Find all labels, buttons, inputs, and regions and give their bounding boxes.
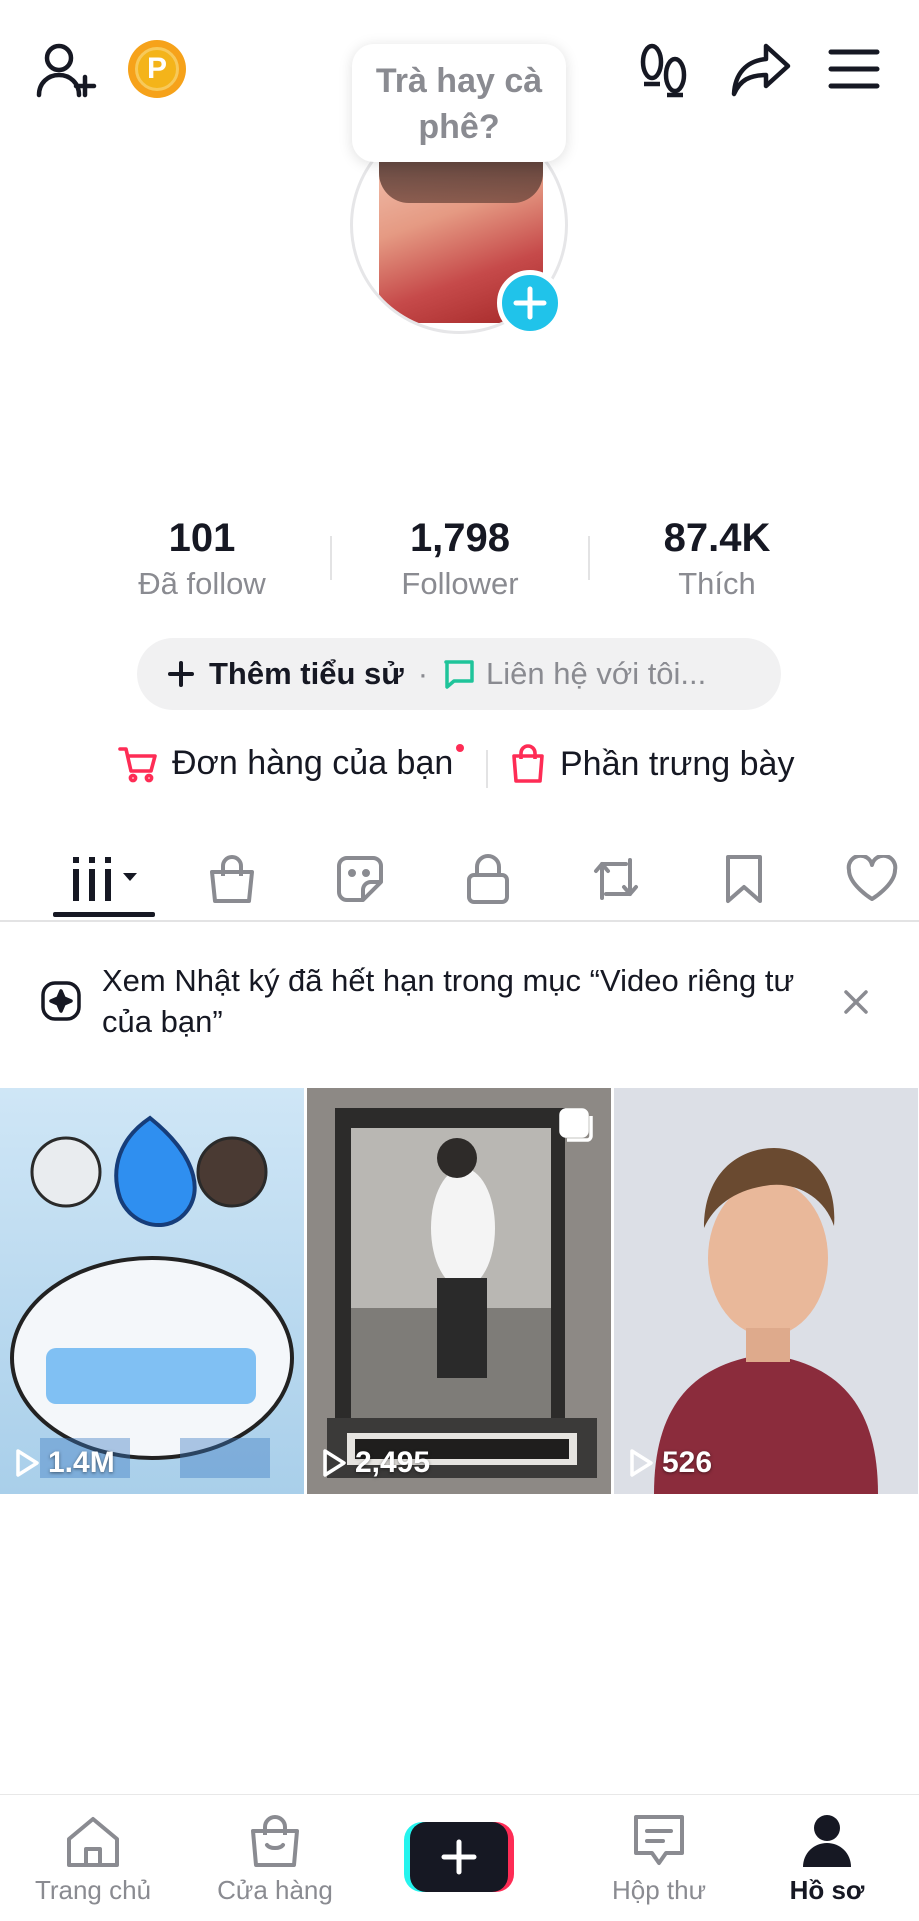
stat-label: Đã follow: [138, 566, 266, 601]
play-icon: [630, 1449, 653, 1477]
stat-label: Follower: [401, 566, 519, 601]
bio-separator: ·: [417, 656, 429, 691]
expired-diary-notice[interactable]: Xem Nhật ký đã hết hạn trong mục “Video …: [0, 950, 919, 1060]
view-count: 2,495: [321, 1446, 430, 1480]
view-count: 1.4M: [14, 1446, 115, 1480]
shop-bag-icon: [208, 854, 256, 904]
view-count-value: 2,495: [355, 1446, 431, 1479]
view-count-value: 526: [662, 1446, 713, 1479]
stat-divider: [588, 536, 590, 580]
heart-icon: [845, 855, 899, 903]
nav-inbox[interactable]: Hộp thư: [574, 1795, 744, 1921]
notice-text: Xem Nhật ký đã hết hạn trong mục “Video …: [102, 963, 795, 1039]
nav-profile[interactable]: Hồ sơ: [742, 1795, 912, 1921]
close-icon[interactable]: [842, 988, 870, 1016]
coin-icon[interactable]: P: [128, 40, 186, 98]
showcase-label: Phần trưng bày: [560, 744, 795, 783]
video-thumbnail-art: [307, 1088, 611, 1494]
profile-tabs: [0, 836, 919, 922]
shop-icon: [190, 1795, 360, 1869]
active-tab-indicator: [53, 912, 155, 917]
orders-label: Đơn hàng của bạn: [172, 744, 454, 782]
repost-icon: [588, 854, 644, 904]
tab-videos[interactable]: [54, 836, 154, 922]
bio-pill: Thêm tiểu sử · Liên hệ với tôi...: [137, 638, 781, 710]
profile-stats: 101 Đã follow 1,798 Follower 87.4K Thích: [0, 512, 919, 612]
nav-label: Trang chủ: [34, 1875, 152, 1905]
stat-likes[interactable]: 87.4K Thích: [607, 512, 827, 604]
stat-value: 87.4K: [663, 516, 771, 560]
plus-icon: [167, 660, 195, 688]
videos-grid-icon: [67, 855, 141, 903]
add-bio-button[interactable]: Thêm tiểu sử: [209, 656, 404, 692]
tab-private[interactable]: [438, 836, 538, 922]
cart-icon: [118, 745, 158, 783]
add-story-button[interactable]: [497, 270, 563, 336]
notification-dot: [456, 744, 464, 752]
menu-icon[interactable]: [826, 44, 882, 94]
tab-stickers[interactable]: [310, 836, 410, 922]
shop-row: Đơn hàng của bạn Phần trưng bày: [0, 740, 919, 800]
inbox-icon: [574, 1795, 744, 1869]
contact-me-button[interactable]: Liên hệ với tôi...: [486, 656, 706, 692]
showcase-link[interactable]: Phần trưng bày: [510, 744, 794, 784]
chat-bubble-icon: [442, 658, 476, 690]
stat-value: 1,798: [409, 516, 511, 560]
tab-saved[interactable]: [694, 836, 794, 922]
video-thumbnail[interactable]: 1.4M: [0, 1088, 304, 1494]
video-thumbnail-art: [0, 1088, 304, 1494]
shopping-bag-icon: [510, 744, 546, 784]
stat-value: 101: [168, 516, 236, 560]
view-count: 526: [628, 1446, 712, 1480]
tab-shop[interactable]: [182, 836, 282, 922]
add-friend-icon[interactable]: [34, 38, 98, 102]
stat-following[interactable]: 101 Đã follow: [92, 512, 312, 604]
play-icon: [323, 1449, 346, 1477]
video-thumbnail-art: [614, 1088, 918, 1494]
stat-divider: [330, 536, 332, 580]
video-thumbnail[interactable]: 526: [614, 1088, 918, 1494]
status-bubble[interactable]: Trà hay cà phê?: [352, 44, 566, 162]
sparkle-icon: [40, 980, 82, 1022]
footprint-icon[interactable]: [636, 40, 692, 100]
stat-followers[interactable]: 1,798 Follower: [350, 512, 570, 604]
shop-divider: [486, 750, 488, 788]
nav-home[interactable]: Trang chủ: [8, 1795, 178, 1921]
nav-label: Cửa hàng: [217, 1875, 333, 1905]
orders-link[interactable]: Đơn hàng của bạn: [118, 744, 453, 783]
video-thumbnail[interactable]: 2,495: [307, 1088, 611, 1494]
nav-label: Hồ sơ: [789, 1875, 865, 1905]
tab-liked[interactable]: [822, 836, 919, 922]
lock-icon: [465, 853, 511, 905]
multi-photo-icon: [557, 1106, 595, 1144]
stat-label: Thích: [678, 566, 756, 601]
create-plus-icon: [410, 1822, 508, 1892]
play-icon: [16, 1449, 39, 1477]
sticker-icon: [335, 854, 385, 904]
home-icon: [8, 1795, 178, 1869]
nav-shop[interactable]: Cửa hàng: [190, 1795, 360, 1921]
profile-icon: [742, 1795, 912, 1869]
nav-label: Hộp thư: [611, 1875, 706, 1905]
tab-reposts[interactable]: [566, 836, 666, 922]
share-icon[interactable]: [728, 38, 794, 102]
view-count-value: 1.4M: [48, 1446, 115, 1479]
create-button[interactable]: [404, 1822, 514, 1892]
bookmark-icon: [723, 853, 765, 905]
video-grid: 1.4M 2,495 526: [0, 1088, 919, 1494]
